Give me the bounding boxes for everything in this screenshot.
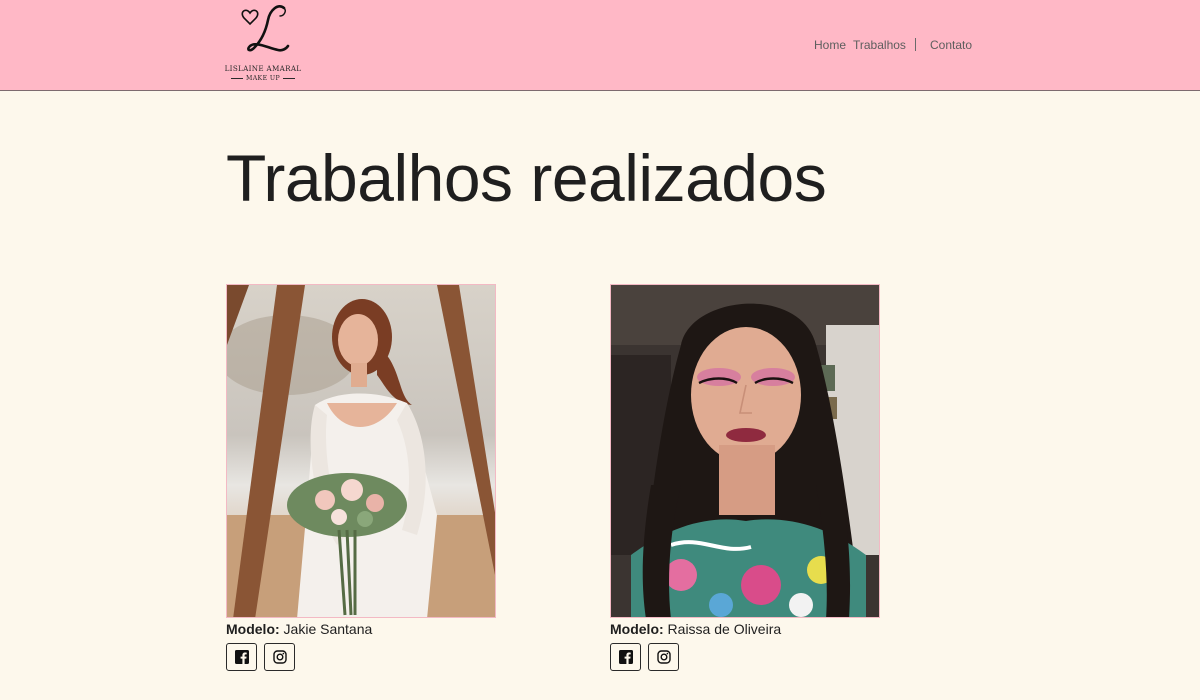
nav-contato-link[interactable]: Contato (930, 38, 972, 52)
model-label: Modelo: (226, 621, 280, 637)
navbar: LISLAINE AMARAL MAKE UP Home Trabalhos C… (0, 0, 1200, 91)
nav-trabalhos-link[interactable]: Trabalhos (853, 38, 906, 52)
facebook-button[interactable] (226, 643, 257, 671)
brand-logo[interactable]: LISLAINE AMARAL MAKE UP (222, 4, 304, 86)
makeup-portrait-photo (610, 284, 880, 618)
page-title: Trabalhos realizados (226, 141, 827, 215)
brand-tagline: MAKE UP (222, 75, 304, 82)
social-links (226, 643, 496, 671)
facebook-icon (618, 650, 633, 664)
work-card: Modelo: Jakie Santana (226, 284, 496, 671)
nav-home-link[interactable]: Home (814, 38, 846, 52)
model-label: Modelo: (610, 621, 664, 637)
nav-divider (915, 38, 916, 51)
social-links (610, 643, 880, 671)
work-card: Modelo: Raissa de Oliveira (610, 284, 880, 671)
instagram-button[interactable] (264, 643, 295, 671)
facebook-button[interactable] (610, 643, 641, 671)
instagram-icon (656, 650, 671, 664)
instagram-icon (272, 650, 287, 664)
model-name: Jakie Santana (283, 621, 373, 637)
instagram-button[interactable] (648, 643, 679, 671)
logo-script-l-heart-icon (241, 5, 290, 52)
brand-name: LISLAINE AMARAL (224, 64, 302, 73)
model-caption: Modelo: Jakie Santana (226, 621, 496, 637)
facebook-icon (234, 650, 249, 664)
model-name: Raissa de Oliveira (667, 621, 782, 637)
bride-photo (226, 284, 496, 618)
model-caption: Modelo: Raissa de Oliveira (610, 621, 880, 637)
